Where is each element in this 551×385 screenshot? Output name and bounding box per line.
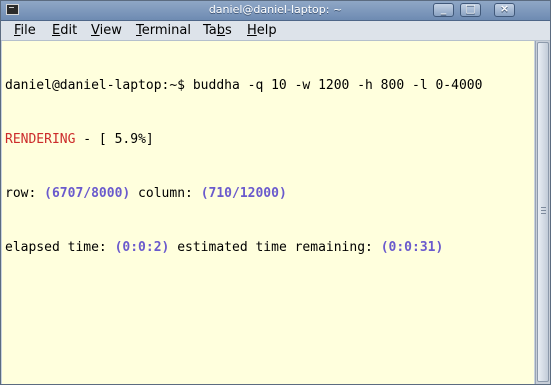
- elapsed-label: elapsed time:: [5, 240, 115, 255]
- minimize-button[interactable]: _: [433, 2, 454, 17]
- minimize-icon: _: [440, 2, 447, 15]
- close-button[interactable]: ×: [494, 2, 515, 17]
- menu-terminal[interactable]: Terminal: [136, 23, 191, 38]
- status-line: RENDERING - [ 5.9%]: [5, 131, 534, 149]
- command-text: buddha -q 10 -w 1200 -h 800 -l 0-4000: [192, 78, 483, 93]
- command-line: daniel@daniel-laptop:~$ buddha -q 10 -w …: [5, 77, 534, 95]
- elapsed-value: (0:0:2): [114, 240, 170, 255]
- remaining-value: (0:0:31): [380, 240, 444, 255]
- title-bar[interactable]: daniel@daniel-laptop: ~ _ □ ×: [1, 1, 550, 21]
- terminal-window: daniel@daniel-laptop: ~ _ □ × File Edit …: [0, 0, 551, 385]
- rendering-status: RENDERING: [5, 132, 76, 147]
- column-value: (710/12000): [200, 186, 287, 201]
- position-line: row: (6707/8000) column: (710/12000): [5, 185, 534, 203]
- grip-line-icon: [541, 207, 546, 208]
- row-label: row:: [5, 186, 45, 201]
- shell-prompt: daniel@daniel-laptop:~$: [5, 78, 193, 93]
- grip-line-icon: [541, 210, 546, 211]
- terminal-output[interactable]: daniel@daniel-laptop:~$ buddha -q 10 -w …: [2, 41, 534, 384]
- menu-edit[interactable]: Edit: [52, 23, 77, 38]
- menu-file[interactable]: File: [14, 23, 36, 38]
- remaining-label: estimated time remaining:: [169, 240, 381, 255]
- vertical-scrollbar[interactable]: [535, 41, 550, 384]
- progress-text: - [ 5.9%]: [75, 132, 154, 147]
- menu-bar: File Edit View Terminal Tabs Help: [1, 21, 550, 41]
- row-value: (6707/8000): [44, 186, 131, 201]
- close-icon: ×: [499, 2, 510, 15]
- maximize-button[interactable]: □: [460, 2, 481, 17]
- grip-line-icon: [541, 213, 546, 214]
- time-line: elapsed time: (0:0:2) estimated time rem…: [5, 239, 534, 257]
- column-label: column:: [130, 186, 201, 201]
- maximize-icon: □: [465, 2, 476, 15]
- scrollbar-thumb[interactable]: [537, 42, 549, 382]
- menu-tabs[interactable]: Tabs: [203, 23, 232, 38]
- menu-help[interactable]: Help: [247, 23, 277, 38]
- menu-view[interactable]: View: [91, 23, 122, 38]
